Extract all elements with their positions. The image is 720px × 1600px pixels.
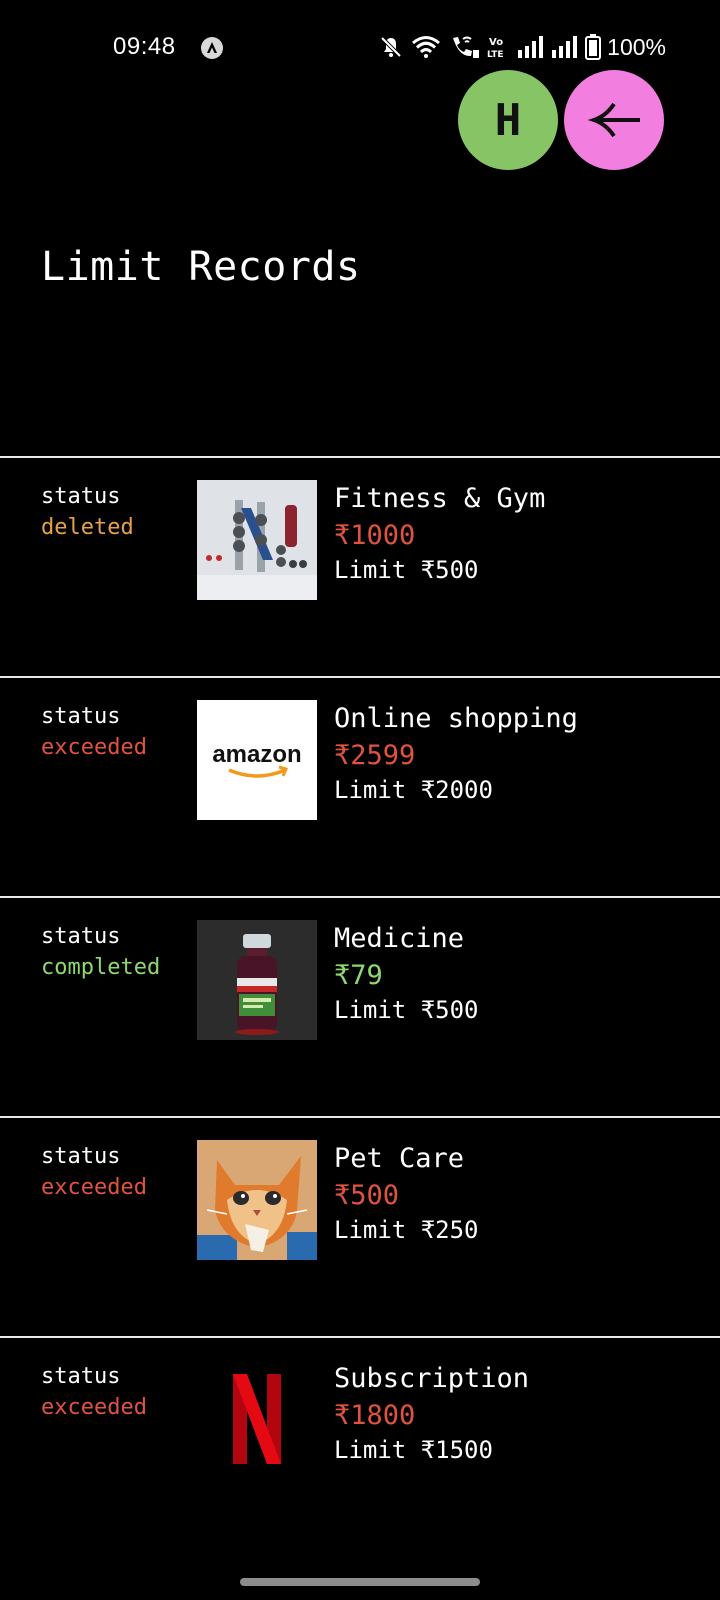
record-name: Online shopping xyxy=(334,703,578,734)
battery-level: 100% xyxy=(607,33,666,60)
volte-icon: Vo LTE xyxy=(487,34,509,60)
home-indicator[interactable] xyxy=(240,1578,480,1586)
record-item[interactable]: status completed Medicine ₹79 Limit ₹500 xyxy=(0,896,720,1116)
status-icons: Vo LTE 100% xyxy=(379,32,666,62)
netflix-logo-image xyxy=(197,1360,317,1480)
record-limit: Limit ₹500 xyxy=(334,996,479,1024)
record-item[interactable]: status deleted Fitness & Gym ₹1000 Limit… xyxy=(0,456,720,676)
app-notification-icon xyxy=(200,36,224,60)
record-amount: ₹500 xyxy=(334,1180,400,1211)
record-limit: Limit ₹250 xyxy=(334,1216,479,1244)
record-item[interactable]: status exceeded amazon Online shopping ₹… xyxy=(0,676,720,896)
status-label: status xyxy=(41,1364,121,1389)
page-title: Limit Records xyxy=(41,244,361,290)
record-amount: ₹2599 xyxy=(334,740,416,771)
record-name: Fitness & Gym xyxy=(334,483,546,514)
status-value: deleted xyxy=(41,515,134,540)
amazon-logo-image: amazon xyxy=(197,700,317,820)
status-label: status xyxy=(41,704,121,729)
status-label: status xyxy=(41,924,121,949)
record-amount: ₹79 xyxy=(334,960,383,991)
medicine-bottle-image xyxy=(197,920,317,1040)
record-limit: Limit ₹2000 xyxy=(334,776,493,804)
signal-icon xyxy=(551,36,578,58)
record-amount: ₹1800 xyxy=(334,1400,416,1431)
mute-icon xyxy=(379,35,403,59)
record-limit: Limit ₹1500 xyxy=(334,1436,493,1464)
status-value: exceeded xyxy=(41,1175,147,1200)
gym-equipment-image xyxy=(197,480,317,600)
status-value: exceeded xyxy=(41,735,147,760)
svg-text:Vo: Vo xyxy=(489,37,503,48)
status-label: status xyxy=(41,1144,121,1169)
svg-text:amazon: amazon xyxy=(212,741,301,768)
records-list: status deleted Fitness & Gym ₹1000 Limit… xyxy=(0,456,720,1556)
record-item[interactable]: status exceeded Subscription ₹1800 Limit… xyxy=(0,1336,720,1556)
back-button[interactable] xyxy=(564,70,664,170)
battery-icon xyxy=(585,34,602,60)
status-time: 09:48 xyxy=(113,33,176,60)
status-value: exceeded xyxy=(41,1395,147,1420)
svg-text:LTE: LTE xyxy=(487,50,504,60)
wifi-icon xyxy=(411,35,441,59)
profile-avatar-button[interactable]: H xyxy=(458,70,558,170)
cat-painting-image xyxy=(197,1140,317,1260)
record-name: Medicine xyxy=(334,923,465,954)
signal-icon xyxy=(517,36,544,58)
status-label: status xyxy=(41,484,121,509)
avatar-letter: H xyxy=(494,94,522,146)
record-name: Pet Care xyxy=(334,1143,465,1174)
record-amount: ₹1000 xyxy=(334,520,416,551)
wifi-calling-icon xyxy=(449,34,480,60)
record-name: Subscription xyxy=(334,1363,530,1394)
record-limit: Limit ₹500 xyxy=(334,556,479,584)
status-value: completed xyxy=(41,955,161,980)
record-item[interactable]: status exceeded Pet Care ₹500 Limit ₹250 xyxy=(0,1116,720,1336)
arrow-left-icon xyxy=(587,102,640,138)
